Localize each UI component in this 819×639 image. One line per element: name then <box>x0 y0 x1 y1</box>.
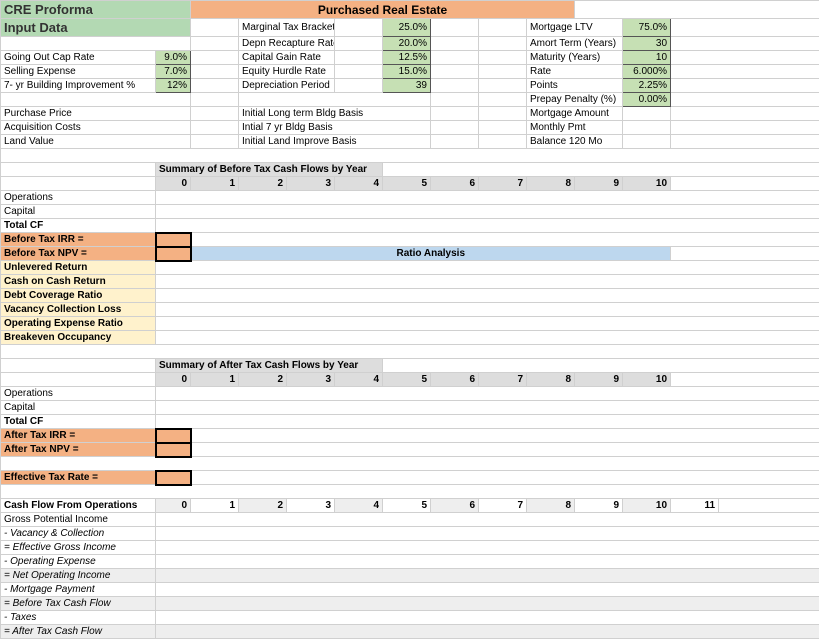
val-btx-npv[interactable] <box>156 247 191 261</box>
val-bldg-improve[interactable]: 12% <box>156 79 191 93</box>
lbl-going-out-cap: Going Out Cap Rate <box>1 51 156 65</box>
lbl-selling-expense: Selling Expense <box>1 65 156 79</box>
row-atcf: = After Tax Cash Flow <box>1 625 156 639</box>
lbl-marginal-tax: Marginal Tax Bracket <box>239 19 335 37</box>
val-depr-period[interactable]: 39 <box>383 79 431 93</box>
lbl-purchase-price: Purchase Price <box>1 107 191 121</box>
lbl-acq-costs: Acquisition Costs <box>1 121 191 135</box>
lbl-prepay: Prepay Penalty (%) <box>527 93 623 107</box>
spreadsheet-grid[interactable]: CRE Proforma Purchased Real Estate Input… <box>0 0 819 639</box>
cfo-hdr: Cash Flow From Operations <box>1 499 156 513</box>
summary-before-hdr: Summary of Before Tax Cash Flows by Year <box>156 163 383 177</box>
row-operations: Operations <box>1 191 156 205</box>
row-unlevered: Unlevered Return <box>1 261 156 275</box>
row-total-cf-at: Total CF <box>1 415 156 429</box>
val-btx-irr[interactable] <box>156 233 191 247</box>
val-ltv[interactable]: 75.0% <box>623 19 671 37</box>
row-coc: Cash on Cash Return <box>1 275 156 289</box>
lbl-rate: Rate <box>527 65 623 79</box>
lbl-init-7yr: Intial 7 yr Bldg Basis <box>239 121 431 135</box>
lbl-cap-gain: Capital Gain Rate <box>239 51 335 65</box>
row-eff-tax: Effective Tax Rate = <box>1 471 156 485</box>
lbl-monthly-pmt: Monthly Pmt <box>527 121 623 135</box>
val-cap-gain[interactable]: 12.5% <box>383 51 431 65</box>
row-oer: Operating Expense Ratio <box>1 317 156 331</box>
summary-after-hdr: Summary of After Tax Cash Flows by Year <box>156 359 383 373</box>
val-rate[interactable]: 6.000% <box>623 65 671 79</box>
row-egi: = Effective Gross Income <box>1 541 156 555</box>
val-going-out-cap[interactable]: 9.0% <box>156 51 191 65</box>
cfo-header-row: Cash Flow From Operations 0 1 2 3 4 5 6 … <box>1 499 819 513</box>
year-header-after: 0 1 2 3 4 5 6 7 8 9 10 <box>1 373 819 387</box>
row-capital: Capital <box>1 205 156 219</box>
row-noi: = Net Operating Income <box>1 569 156 583</box>
year-header-before: 0 1 2 3 4 5 6 7 8 9 10 <box>1 177 819 191</box>
lbl-depn-recap: Depn Recapture Rate <box>239 37 335 51</box>
row-total-cf: Total CF <box>1 219 156 233</box>
lbl-points: Points <box>527 79 623 93</box>
row-btcf: = Before Tax Cash Flow <box>1 597 156 611</box>
val-eq-hurdle[interactable]: 15.0% <box>383 65 431 79</box>
row-vcl: Vacancy Collection Loss <box>1 303 156 317</box>
val-atx-npv[interactable] <box>156 443 191 457</box>
val-marginal-tax[interactable]: 25.0% <box>383 19 431 37</box>
row-btx-npv: Before Tax NPV = <box>1 247 156 261</box>
row-dcr: Debt Coverage Ratio <box>1 289 156 303</box>
lbl-land-value: Land Value <box>1 135 191 149</box>
val-atx-irr[interactable] <box>156 429 191 443</box>
row-mort: - Mortgage Payment <box>1 583 156 597</box>
row-atx-irr: After Tax IRR = <box>1 429 156 443</box>
val-amort[interactable]: 30 <box>623 37 671 51</box>
row-capital-at: Capital <box>1 401 156 415</box>
lbl-balance: Balance 120 Mo <box>527 135 623 149</box>
lbl-amort: Amort Term (Years) <box>527 37 623 51</box>
lbl-init-land: Initial Land Improve Basis <box>239 135 431 149</box>
val-maturity[interactable]: 10 <box>623 51 671 65</box>
lbl-ltv: Mortgage LTV <box>527 19 623 37</box>
title-purchased: Purchased Real Estate <box>191 1 575 19</box>
lbl-eq-hurdle: Equity Hurdle Rate <box>239 65 335 79</box>
val-depn-recap[interactable]: 20.0% <box>383 37 431 51</box>
lbl-depr-period: Depreciation Period <box>239 79 335 93</box>
val-points[interactable]: 2.25% <box>623 79 671 93</box>
row-atx-npv: After Tax NPV = <box>1 443 156 457</box>
row-vac: - Vacancy & Collection <box>1 527 156 541</box>
lbl-mort-amt: Mortgage Amount <box>527 107 623 121</box>
input-data-label: Input Data <box>1 19 191 37</box>
row-operations-at: Operations <box>1 387 156 401</box>
lbl-init-lt-bldg: Initial Long term Bldg Basis <box>239 107 431 121</box>
lbl-maturity: Maturity (Years) <box>527 51 623 65</box>
val-eff-tax[interactable] <box>156 471 191 485</box>
lbl-bldg-improve: 7- yr Building Improvement % <box>1 79 156 93</box>
val-prepay[interactable]: 0.00% <box>623 93 671 107</box>
val-selling-expense[interactable]: 7.0% <box>156 65 191 79</box>
row-btx-irr: Before Tax IRR = <box>1 233 156 247</box>
row-gpi: Gross Potential Income <box>1 513 156 527</box>
row-taxes: - Taxes <box>1 611 156 625</box>
title-cre: CRE Proforma <box>1 1 191 19</box>
ratio-analysis-hdr: Ratio Analysis <box>191 247 671 261</box>
row-beo: Breakeven Occupancy <box>1 331 156 345</box>
